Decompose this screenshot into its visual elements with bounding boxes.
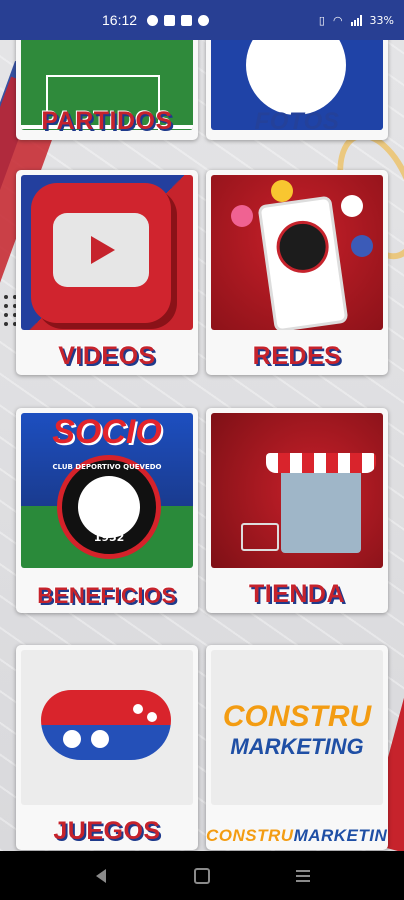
recents-icon [296, 869, 311, 882]
tile-fotos[interactable]: FOTOS [206, 40, 388, 140]
status-bar: 16:12 ▯ ◠ 33% [0, 0, 404, 40]
like-icon [351, 235, 373, 257]
youtube-icon [164, 14, 176, 26]
tile-label: JUEGOS [53, 817, 161, 845]
home-icon [193, 867, 210, 884]
tile-label: PARTIDOS [41, 107, 173, 135]
online-store-image [211, 413, 383, 568]
clock: 16:12 [102, 12, 138, 28]
heart-icon [231, 205, 253, 227]
tile-videos[interactable]: VIDEOS [16, 170, 198, 375]
tile-label: FOTOS [254, 108, 340, 135]
tile-tienda[interactable]: TIENDA [206, 408, 388, 613]
tile-beneficios[interactable]: SOCIO 1952 CLUB DEPORTIVO QUEVEDO BENEFI… [16, 408, 198, 613]
youtube-image [21, 175, 193, 330]
youtube-icon [31, 183, 171, 323]
tile-label: CONSTRUMARKETING [206, 826, 388, 845]
emoji-icon [271, 180, 293, 202]
recents-button[interactable] [283, 861, 323, 891]
tile-construmarketing[interactable]: CONSTRU MARKETING CONSTRUMARKETING [206, 645, 388, 850]
gallery-icon [181, 14, 193, 26]
phone-illustration [257, 195, 349, 330]
construmarketing-logo: CONSTRU MARKETING [211, 650, 383, 805]
cart-icon [241, 523, 279, 551]
tile-label: REDES [252, 342, 342, 370]
system-navigation-bar [0, 851, 404, 900]
tile-label: BENEFICIOS [37, 583, 177, 608]
tile-juegos[interactable]: JUEGOS [16, 645, 198, 850]
wifi-icon: ◠ [332, 13, 343, 27]
gamepad-icon [41, 690, 171, 760]
tile-label: TIENDA [248, 580, 346, 608]
battery-level: 33% [369, 13, 394, 27]
signal-icon [350, 14, 362, 26]
gamepad-image [21, 650, 193, 805]
social-media-image [211, 175, 383, 330]
shop-awning [266, 453, 376, 473]
vibrate-icon: ▯ [318, 13, 325, 27]
tile-label: VIDEOS [58, 342, 156, 370]
home-button[interactable] [182, 861, 222, 891]
facebook-icon [147, 14, 159, 26]
back-button[interactable] [81, 861, 121, 891]
socio-image: SOCIO 1952 CLUB DEPORTIVO QUEVEDO [21, 413, 193, 568]
home-grid[interactable]: PARTIDOS FOTOS VIDEOS REDES SOCIO 1952 C… [0, 40, 404, 851]
notification-icon [198, 14, 210, 26]
tile-redes[interactable]: REDES [206, 170, 388, 375]
tile-partidos[interactable]: PARTIDOS [16, 40, 198, 140]
socio-title: SOCIO [52, 413, 162, 451]
instagram-icon [341, 195, 363, 217]
back-icon [95, 868, 106, 883]
